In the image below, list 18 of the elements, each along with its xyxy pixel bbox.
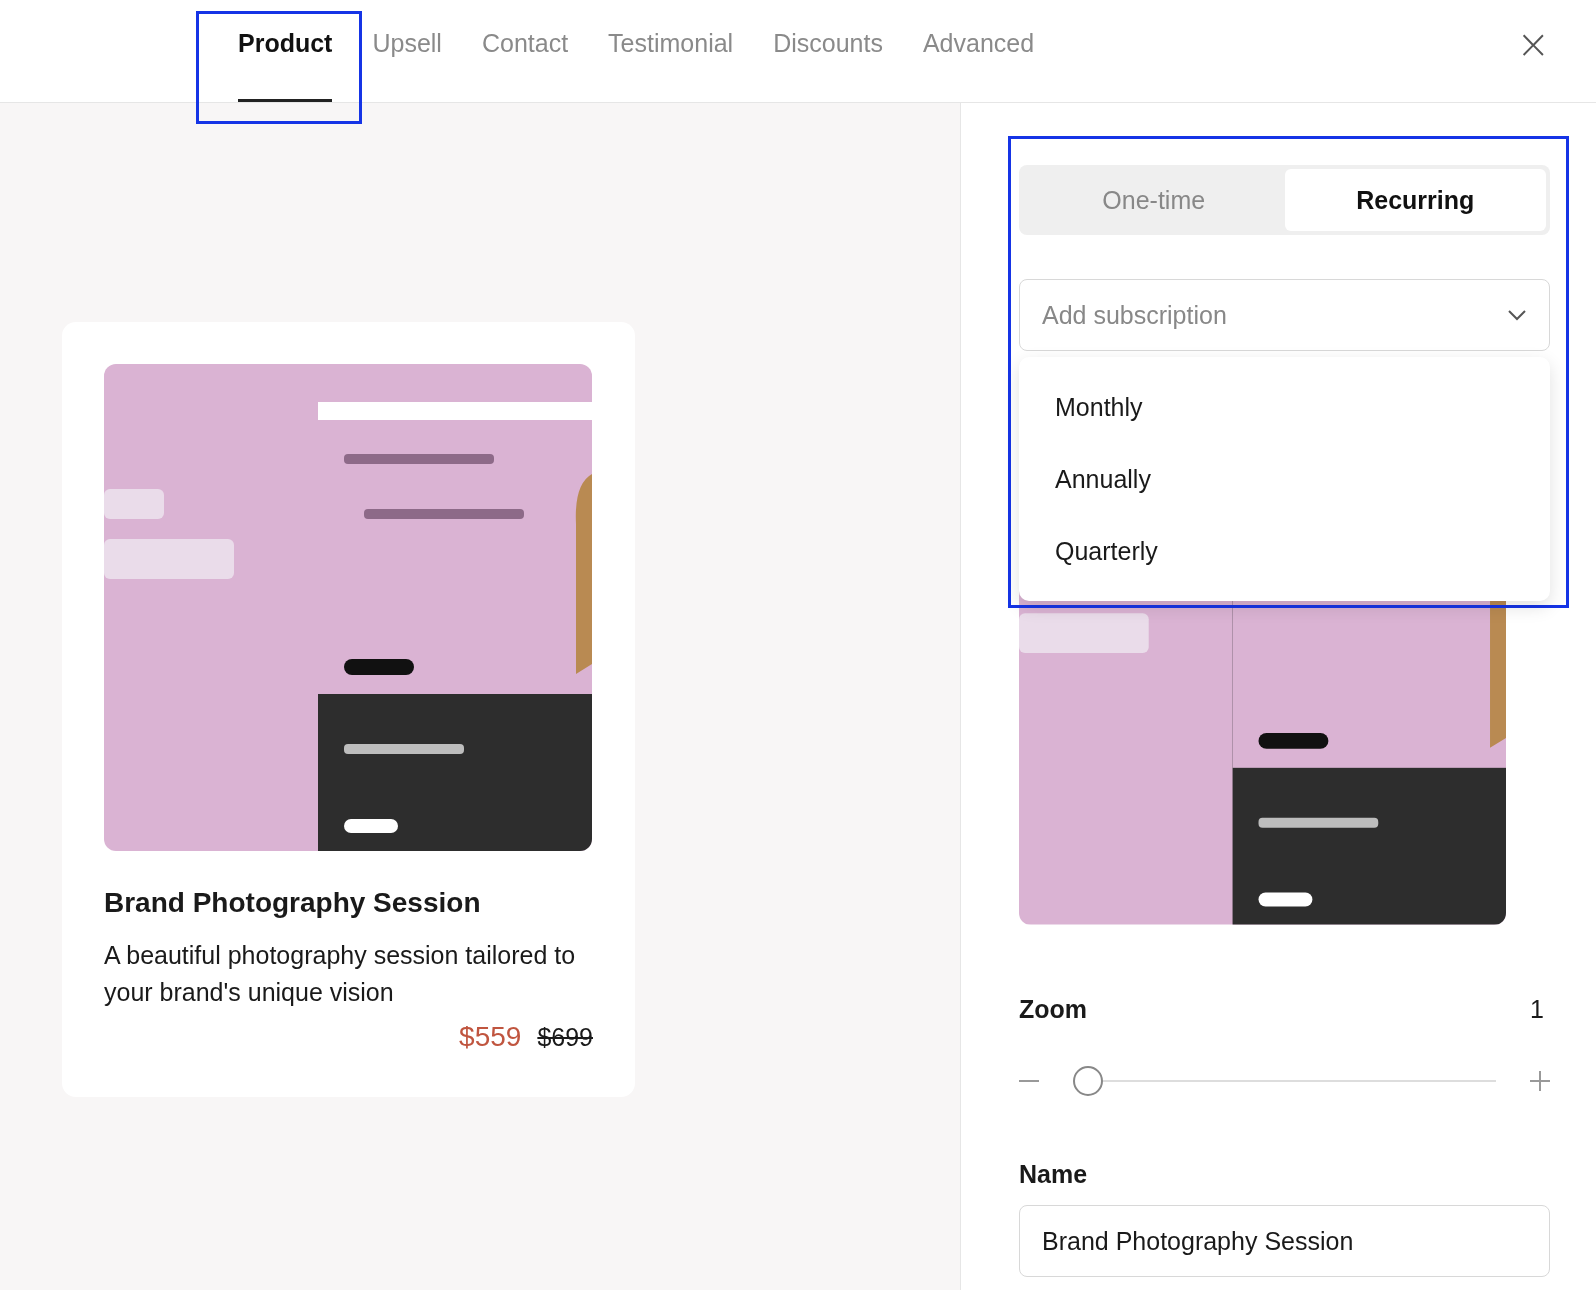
zoom-value: 1 — [1530, 995, 1545, 1024]
slider-thumb[interactable] — [1073, 1066, 1103, 1096]
subscription-select[interactable]: Add subscription — [1019, 279, 1550, 351]
chevron-down-icon — [1507, 309, 1527, 321]
old-price: $699 — [537, 1023, 593, 1052]
menu-item[interactable]: Monthly — [1019, 371, 1550, 443]
plus-icon[interactable] — [1530, 1071, 1550, 1091]
menu-item[interactable]: Quarterly — [1019, 515, 1550, 587]
product-description: A beautiful photography session tailored to your brand's unique vision — [104, 940, 577, 1008]
price: $559 — [459, 1021, 522, 1053]
name-label: Name — [1019, 1160, 1088, 1188]
name-field[interactable]: Brand Photography Session — [1019, 1205, 1550, 1277]
tab[interactable]: Product — [218, 0, 353, 102]
menu-item[interactable]: Annually — [1019, 443, 1550, 515]
close-button[interactable]: × — [1510, 20, 1556, 67]
billing-option[interactable]: Recurring — [1284, 169, 1546, 231]
zoom-label: Zoom — [1019, 995, 1088, 1024]
product-title: Brand Photography Session — [104, 887, 482, 919]
